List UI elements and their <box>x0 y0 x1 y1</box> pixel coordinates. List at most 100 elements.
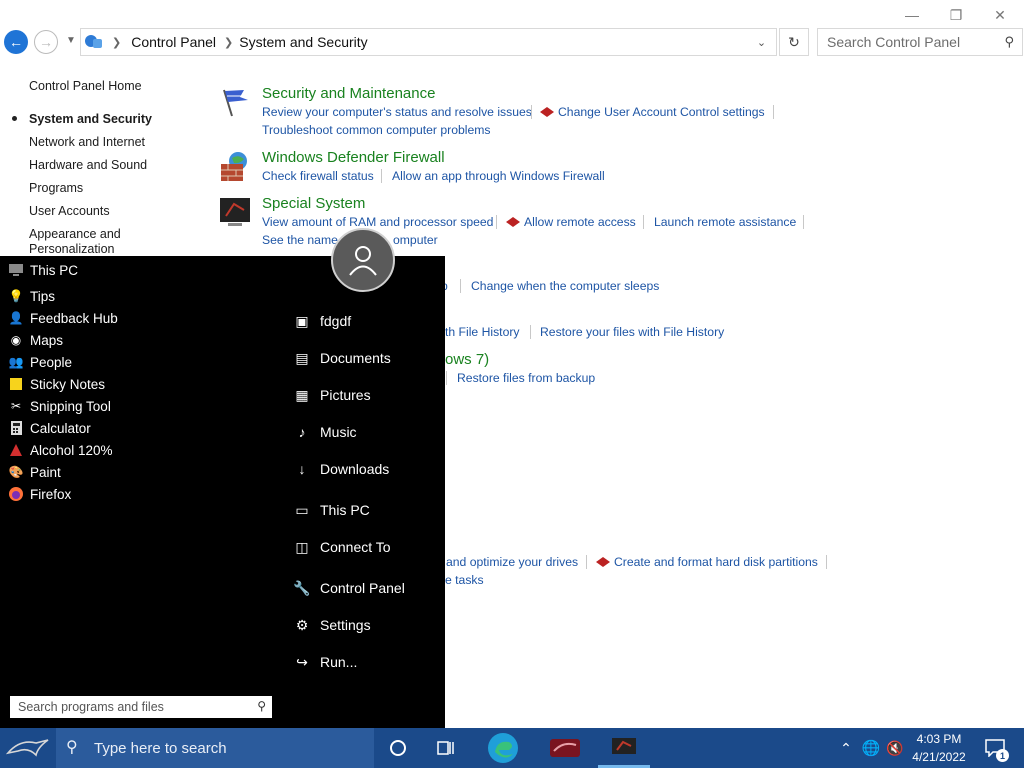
start-settings[interactable]: ⚙ Settings <box>292 613 371 637</box>
close-button[interactable]: ✕ <box>980 4 1020 26</box>
start-button[interactable] <box>0 728 56 768</box>
view-ram-processor-link[interactable]: View amount of RAM and processor speed <box>262 215 493 229</box>
search-placeholder: Search Control Panel <box>827 34 961 50</box>
start-this-pc[interactable]: ▭ This PC <box>292 498 369 522</box>
create-format-partitions-link[interactable]: Create and format hard disk partitions <box>614 555 818 569</box>
calculator-icon <box>8 420 24 436</box>
address-dropdown-icon[interactable]: ⌄ <box>746 29 776 55</box>
show-hidden-icons-chevron-icon[interactable]: ⌃ <box>836 728 856 768</box>
launch-remote-assistance-link[interactable]: Launch remote assistance <box>654 215 796 229</box>
nav-user-accounts[interactable]: User Accounts <box>29 204 110 218</box>
edge-browser-button[interactable] <box>482 728 524 768</box>
user-avatar[interactable] <box>331 228 395 292</box>
start-app-maps[interactable]: ◉ Maps <box>0 329 63 351</box>
system-window-button[interactable] <box>598 728 650 768</box>
start-downloads[interactable]: ↓ Downloads <box>292 457 390 481</box>
check-firewall-status-link[interactable]: Check firewall status <box>262 169 374 183</box>
nav-programs[interactable]: Programs <box>29 181 83 195</box>
restore-backup-link[interactable]: Restore files from backup <box>457 371 595 385</box>
wrench-icon: 🔧 <box>293 579 311 596</box>
download-arrow-icon: ↓ <box>298 461 306 477</box>
start-app-calculator[interactable]: Calculator <box>0 417 91 439</box>
allow-app-firewall-link[interactable]: Allow an app through Windows Firewall <box>392 169 605 183</box>
change-sleep-link[interactable]: Change when the computer sleeps <box>471 279 659 293</box>
link-separator <box>643 215 644 229</box>
restore-button[interactable]: ❐ <box>936 4 976 26</box>
breadcrumb-control-panel[interactable]: Control Panel <box>131 34 216 50</box>
see-computer-name-link-start[interactable]: See the name <box>262 233 338 247</box>
music-note-icon: ♪ <box>298 424 306 440</box>
windows-defender-firewall-title[interactable]: Windows Defender Firewall <box>262 149 445 166</box>
file-history-link-tail[interactable]: th File History <box>445 325 520 339</box>
nav-control-panel-home[interactable]: Control Panel Home <box>29 79 142 93</box>
control-panel-icon <box>85 35 102 48</box>
restore-file-history-link[interactable]: Restore your files with File History <box>540 325 724 339</box>
partition-shield-icon <box>596 557 610 567</box>
computer-icon <box>8 262 24 278</box>
address-bar[interactable]: ❯ Control Panel ❯ System and Security ⌄ <box>80 28 777 56</box>
start-app-sticky-notes[interactable]: Sticky Notes <box>0 373 105 395</box>
volume-muted-icon[interactable]: 🔇 <box>884 728 906 768</box>
forward-button[interactable]: → <box>34 30 58 54</box>
refresh-button[interactable]: ↻ <box>779 28 809 56</box>
start-connect-to[interactable]: ◫ Connect To <box>292 535 390 559</box>
nav-appearance-line2[interactable]: Personalization <box>29 242 114 256</box>
start-app-tips[interactable]: 💡 Tips <box>0 285 56 307</box>
troubleshoot-link[interactable]: Troubleshoot common computer problems <box>262 123 491 137</box>
tasks-link-tail[interactable]: e tasks <box>445 573 484 587</box>
cortana-button[interactable] <box>378 728 418 768</box>
taskbar-search-input[interactable]: ⚲ Type here to search <box>56 728 374 768</box>
start-run[interactable]: ↪ Run... <box>292 650 357 674</box>
start-app-snipping-tool[interactable]: ✂ Snipping Tool <box>0 395 111 417</box>
network-globe-icon[interactable]: 🌐 <box>860 728 882 768</box>
rog-app-button[interactable] <box>544 728 586 768</box>
start-music[interactable]: ♪ Music <box>292 420 357 444</box>
start-app-people[interactable]: 👥 People <box>0 351 73 373</box>
backup-restore-title-tail[interactable]: ows 7) <box>445 351 489 368</box>
breadcrumb-separator-icon: ❯ <box>224 36 234 49</box>
breadcrumb-separator-icon: ❯ <box>112 36 122 49</box>
change-uac-settings-link[interactable]: Change User Account Control settings <box>558 105 765 119</box>
clock-time: 4:03 PM <box>916 732 962 746</box>
forward-arrow-icon: → <box>39 34 53 50</box>
system-window-icon <box>612 737 636 754</box>
breadcrumb-system-and-security[interactable]: System and Security <box>239 34 367 50</box>
nav-hardware-and-sound[interactable]: Hardware and Sound <box>29 158 147 172</box>
review-status-link[interactable]: Review your computer's status and resolv… <box>262 105 532 119</box>
map-pin-icon: ◉ <box>10 333 22 347</box>
special-system-title[interactable]: Special System <box>262 195 365 212</box>
start-app-feedback-hub[interactable]: 👤 Feedback Hub <box>0 307 118 329</box>
start-control-panel[interactable]: 🔧 Control Panel <box>292 576 405 600</box>
nav-network-and-internet[interactable]: Network and Internet <box>29 135 145 149</box>
restore-icon: ❐ <box>949 6 963 23</box>
start-user-fdgdf[interactable]: ▣ fdgdf <box>292 309 351 333</box>
see-computer-name-link-end[interactable]: omputer <box>393 233 438 247</box>
optimize-drives-link-tail[interactable]: and optimize your drives <box>446 555 578 569</box>
link-separator <box>381 169 382 183</box>
start-pictures[interactable]: ▦ Pictures <box>292 383 370 407</box>
nav-appearance-line1[interactable]: Appearance and <box>29 227 121 241</box>
notifications-button[interactable]: 1 <box>980 728 1010 768</box>
back-button[interactable]: ← <box>4 30 28 54</box>
rog-app-icon <box>550 739 580 757</box>
link-separator <box>460 279 461 293</box>
start-app-this-pc[interactable]: This PC <box>0 259 78 281</box>
start-app-paint[interactable]: 🎨 Paint <box>0 461 61 483</box>
link-separator <box>803 215 804 229</box>
link-separator <box>496 215 497 229</box>
start-app-firefox[interactable]: Firefox <box>0 483 71 505</box>
security-and-maintenance-title[interactable]: Security and Maintenance <box>262 85 435 102</box>
start-documents[interactable]: ▤ Documents <box>292 346 390 370</box>
start-app-alcohol-120[interactable]: Alcohol 120% <box>0 439 113 461</box>
taskbar-clock[interactable]: 4:03 PM 4/21/2022 <box>906 730 972 766</box>
search-control-panel-input[interactable]: Search Control Panel ⚲ <box>817 28 1023 56</box>
nav-system-and-security[interactable]: System and Security <box>29 112 152 126</box>
firefox-icon <box>8 486 24 502</box>
start-search-input[interactable]: Search programs and files ⚲ <box>10 696 272 718</box>
link-separator <box>446 371 447 385</box>
task-view-button[interactable] <box>426 728 466 768</box>
recent-locations-chevron-icon[interactable]: ▼ <box>66 35 76 46</box>
minimize-button[interactable]: — <box>892 4 932 26</box>
gear-icon: ⚙ <box>295 616 309 633</box>
allow-remote-access-link[interactable]: Allow remote access <box>524 215 636 229</box>
